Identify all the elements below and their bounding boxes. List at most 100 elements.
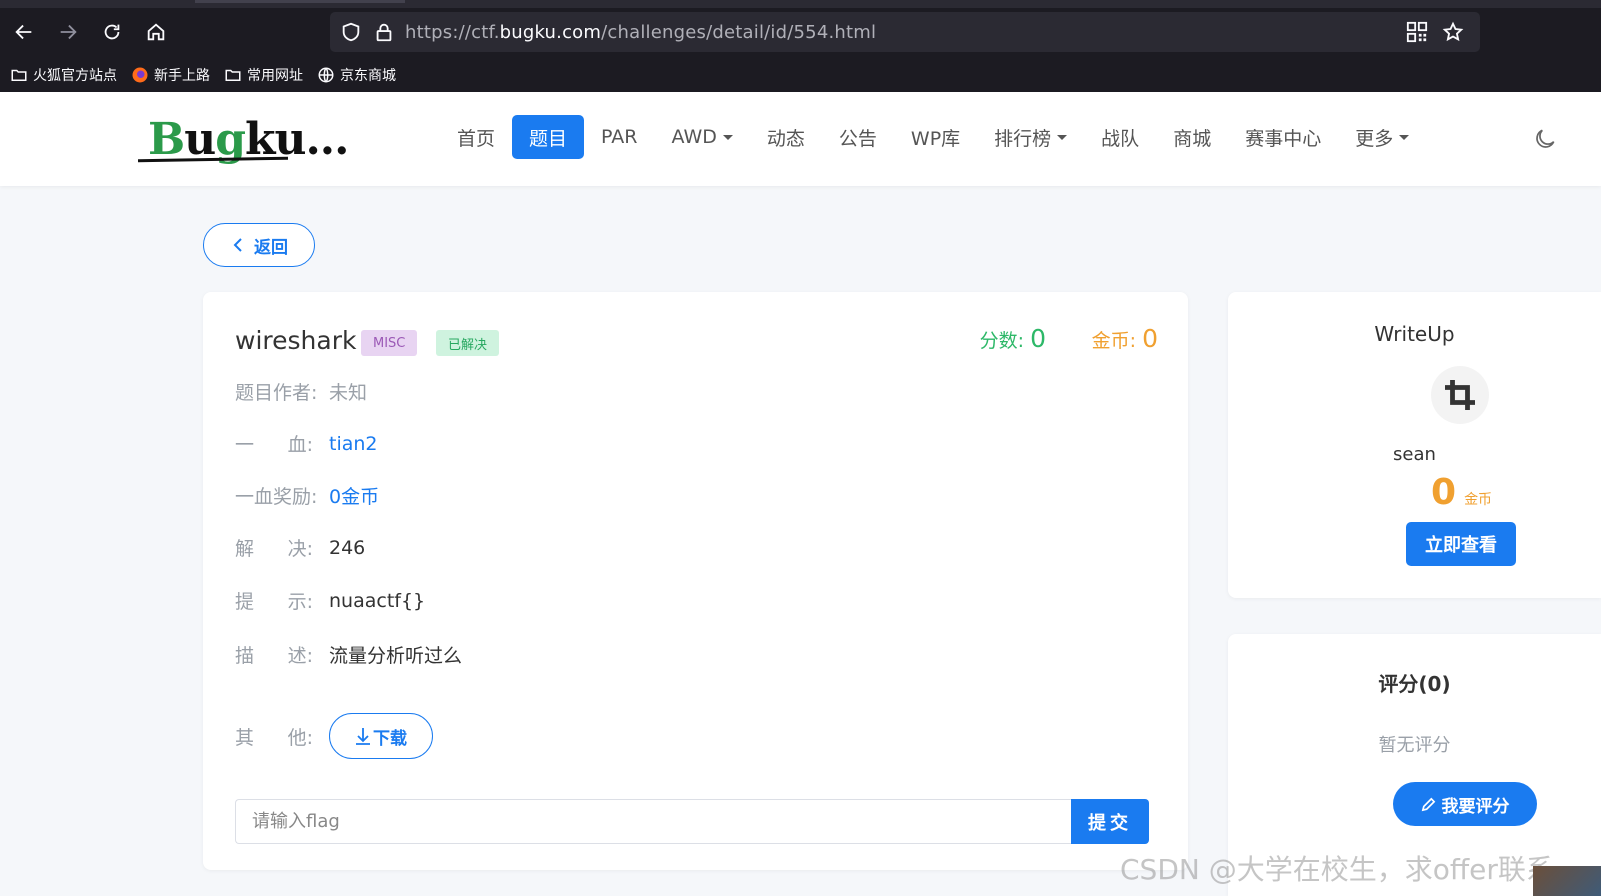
coin-label: 金币: <box>1091 330 1137 352</box>
reward-value: 0金币 <box>329 486 380 508</box>
author-value: 未知 <box>329 382 368 404</box>
reward-label-text: 一血奖励: <box>235 486 318 508</box>
bookmark-label: 新手上路 <box>154 68 210 84</box>
star-icon[interactable] <box>1442 21 1464 43</box>
score-value: 0 <box>1030 324 1046 353</box>
shield-icon[interactable] <box>340 21 362 43</box>
first-blood-row: 一 血: tian2 <box>235 430 378 457</box>
moon-icon[interactable] <box>1532 126 1558 152</box>
back-button[interactable]: 返回 <box>203 223 315 267</box>
label-char: 提 <box>235 591 255 613</box>
menu-challenges[interactable]: 题目 <box>512 115 585 159</box>
rating-title: 评分(0) <box>1378 672 1451 696</box>
crop-icon <box>1445 380 1475 410</box>
csdn-watermark: CSDN @大学在校生，求offer联系 <box>1120 853 1554 886</box>
menu-shop[interactable]: 商城 <box>1156 115 1228 159</box>
caret-down-icon <box>1057 134 1068 140</box>
bookmark-common-sites[interactable]: 常用网址 <box>224 65 303 85</box>
chevron-left-icon <box>233 238 242 252</box>
solves-label: 解 决: <box>235 534 329 561</box>
menu-events[interactable]: 赛事中心 <box>1228 115 1338 159</box>
bookmark-label: 常用网址 <box>247 68 303 84</box>
writeup-author: sean <box>1393 444 1436 465</box>
first-blood-user-link[interactable]: tian2 <box>329 433 378 455</box>
hint-row: 提 示: nuaactf{} <box>235 587 425 614</box>
coin-value: 0 <box>1142 324 1158 353</box>
label-char: 述: <box>287 645 313 667</box>
solved-badge: 已解决 <box>436 330 500 356</box>
hint-label: 提 示: <box>235 587 329 614</box>
writeup-title: WriteUp <box>1374 322 1455 346</box>
bookmark-label: 京东商城 <box>340 68 396 84</box>
label-char: 血: <box>287 434 313 456</box>
download-label: 下载 <box>373 728 407 749</box>
bugku-logo[interactable]: Bugku... <box>137 114 349 165</box>
hint-value: nuaactf{} <box>329 589 426 612</box>
firefox-icon <box>132 67 148 83</box>
forward-arrow-icon[interactable] <box>52 16 84 48</box>
lock-icon[interactable] <box>373 21 395 43</box>
label-char: 描 <box>235 645 255 667</box>
description-label: 描 述: <box>235 641 329 668</box>
rate-button[interactable]: 我要评分 <box>1393 782 1537 826</box>
menu-announcements[interactable]: 公告 <box>822 115 894 159</box>
solves-value: 246 <box>329 536 366 559</box>
menu-leaderboard-label: 排行榜 <box>994 127 1052 150</box>
avatar[interactable] <box>1431 366 1489 424</box>
address-bar[interactable]: https://ctf.bugku.com/challenges/detail/… <box>330 12 1480 52</box>
menu-more-label: 更多 <box>1355 127 1394 150</box>
menu-awd-label: AWD <box>671 126 717 148</box>
tab-strip <box>0 0 1601 8</box>
reward-label: 一血奖励: <box>235 482 329 509</box>
author-label-text: 题目作者: <box>235 382 318 404</box>
author-row: 题目作者: 未知 <box>235 378 367 405</box>
writeup-coin-value: 0 <box>1431 472 1457 513</box>
description-value: 流量分析听过么 <box>329 645 463 667</box>
submit-flag-button[interactable]: 提交 <box>1071 799 1149 844</box>
solves-row: 解 决: 246 <box>235 534 365 561</box>
menu-home[interactable]: 首页 <box>440 115 512 159</box>
writeup-card: WriteUp sean 0 金币 立即查看 <box>1228 292 1601 598</box>
main-menu: 首页 题目 PAR AWD 动态 公告 WP库 排行榜 战队 商城 赛事中心 更… <box>440 115 1426 159</box>
challenge-card: wireshark MISC 已解决 分数: 0 金币: 0 题目作者: 未知 … <box>203 292 1188 870</box>
label-char: 解 <box>235 538 255 560</box>
first-blood-label: 一 血: <box>235 430 329 457</box>
folder-icon <box>11 69 27 81</box>
bookmark-label: 火狐官方站点 <box>33 68 117 84</box>
menu-news[interactable]: 动态 <box>750 115 822 159</box>
menu-awd[interactable]: AWD <box>654 115 749 159</box>
reward-row: 一血奖励: 0金币 <box>235 482 379 509</box>
rate-button-label: 我要评分 <box>1441 796 1510 817</box>
menu-wp-library[interactable]: WP库 <box>894 115 977 159</box>
rating-empty-text: 暂无评分 <box>1378 735 1451 756</box>
flag-input[interactable] <box>235 799 1071 844</box>
home-icon[interactable] <box>140 16 172 48</box>
reload-icon[interactable] <box>96 16 128 48</box>
bookmarks-bar: 火狐官方站点 新手上路 常用网址 京东商城 <box>0 62 410 88</box>
author-label: 题目作者: <box>235 378 329 405</box>
bookmark-getting-started[interactable]: 新手上路 <box>131 65 210 85</box>
label-char: 他: <box>287 726 313 749</box>
view-writeup-button[interactable]: 立即查看 <box>1406 522 1516 566</box>
label-char: 其 <box>235 726 255 749</box>
qr-code-icon[interactable] <box>1406 21 1428 43</box>
caret-down-icon <box>722 134 733 140</box>
label-char: 示: <box>287 591 313 613</box>
other-label: 其 他: <box>235 723 329 750</box>
url-text[interactable]: https://ctf.bugku.com/challenges/detail/… <box>405 22 876 43</box>
menu-par[interactable]: PAR <box>584 115 654 159</box>
download-button[interactable]: 下载 <box>329 713 433 759</box>
logo-letter-b: B <box>148 114 185 165</box>
menu-more[interactable]: 更多 <box>1338 115 1426 159</box>
back-arrow-icon[interactable] <box>8 16 40 48</box>
menu-leaderboard[interactable]: 排行榜 <box>977 115 1084 159</box>
bookmark-firefox-official[interactable]: 火狐官方站点 <box>10 65 117 85</box>
active-tab[interactable] <box>195 0 405 3</box>
writeup-coin-unit: 金币 <box>1464 492 1493 508</box>
back-button-label: 返回 <box>254 237 288 258</box>
bookmark-jd-mall[interactable]: 京东商城 <box>317 65 396 85</box>
globe-icon <box>318 67 334 83</box>
folder-icon <box>225 69 241 81</box>
menu-teams[interactable]: 战队 <box>1084 115 1156 159</box>
coin-display: 金币: 0 <box>1092 324 1158 353</box>
